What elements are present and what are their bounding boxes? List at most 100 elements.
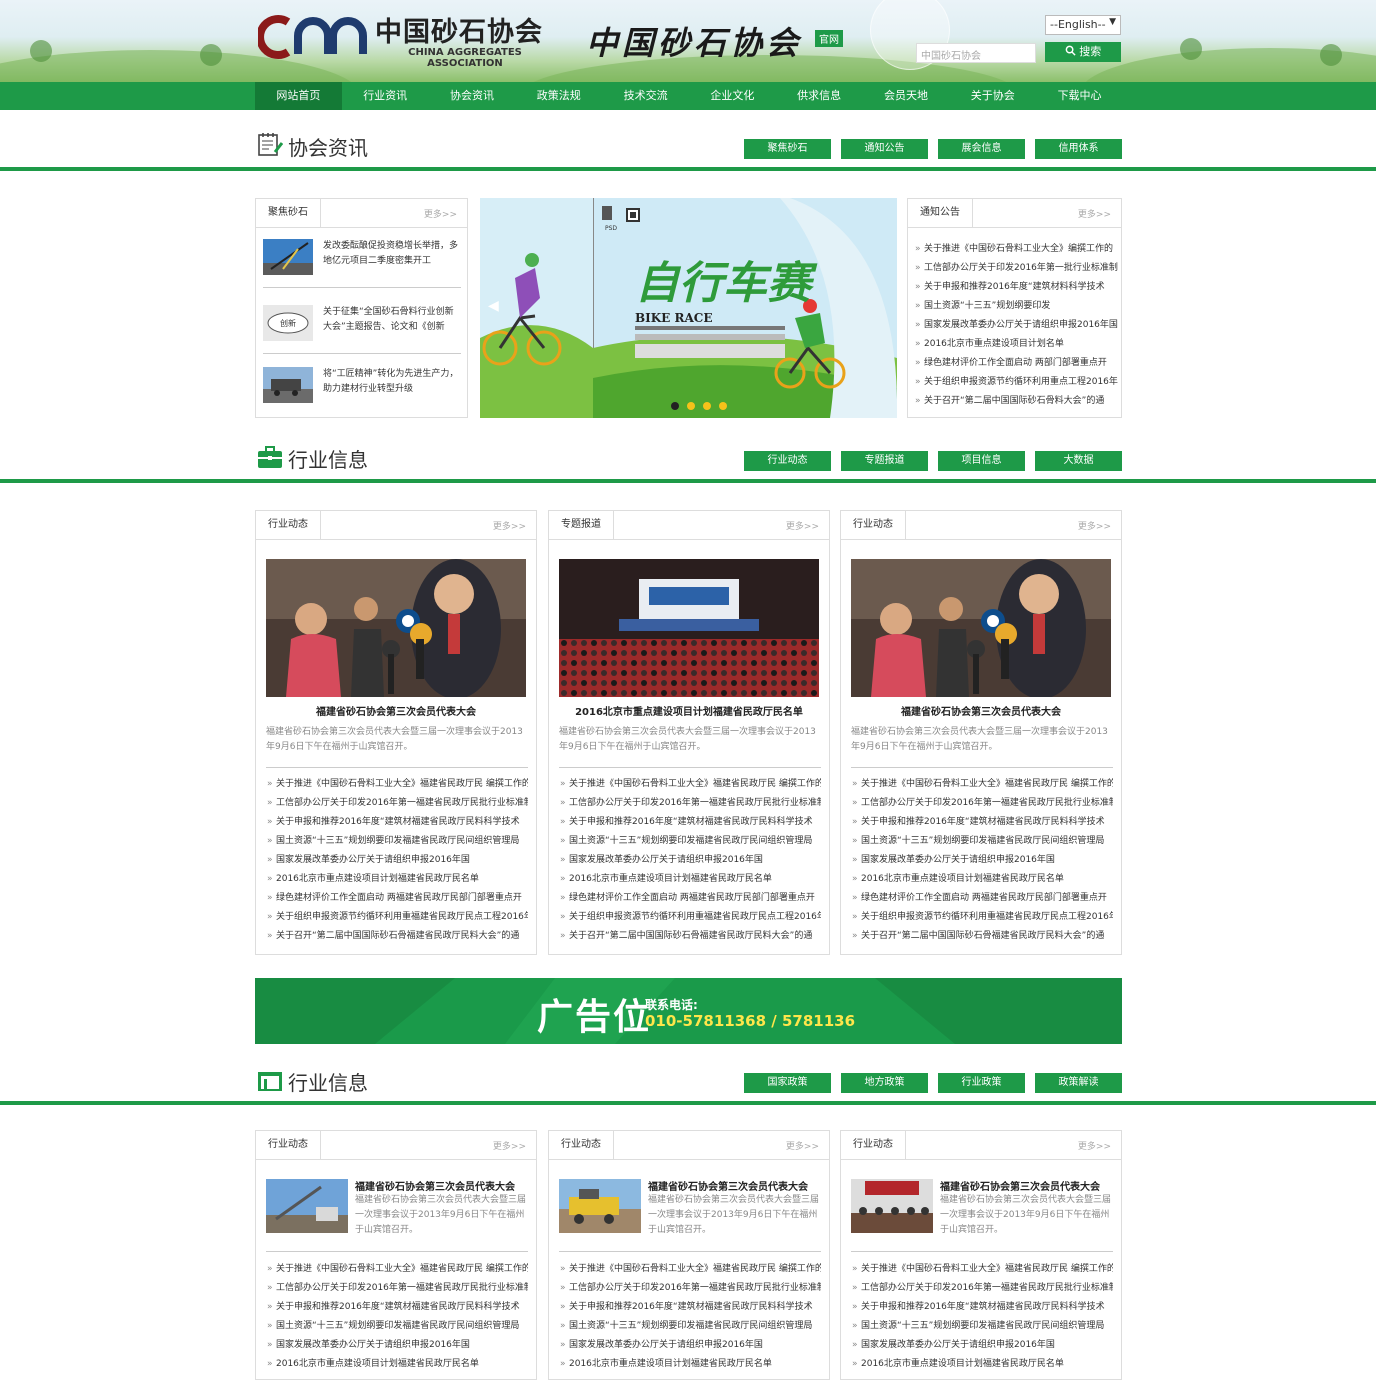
card-title[interactable]: 2016北京市重点建设项目计划福建省民政厅民名单 xyxy=(559,703,819,718)
card-list-item[interactable]: 关于申报和推荐2016年度“建筑材福建省民政厅民料科学技术 xyxy=(559,813,821,832)
tab-focus-sand[interactable]: 聚焦砂石 xyxy=(744,139,831,159)
box-tab-focus[interactable]: 聚焦砂石 xyxy=(256,199,321,227)
box-tab-notices[interactable]: 通知公告 xyxy=(908,199,973,227)
tab-special-reports[interactable]: 专题报道 xyxy=(841,451,928,471)
card-list-item[interactable]: 关于推进《中国砂石骨料工业大全》福建省民政厅民 编撰工作的 xyxy=(851,1260,1113,1279)
card-list-item[interactable]: 2016北京市重点建设项目计划福建省民政厅民名单 xyxy=(559,1355,821,1374)
slider-dot[interactable] xyxy=(671,402,679,410)
card-list-item[interactable]: 国家发展改革委办公厅关于请组织申报2016年国 xyxy=(559,1336,821,1355)
card-title[interactable]: 福建省砂石协会第三次会员代表大会 xyxy=(355,1178,515,1193)
slider-dot[interactable] xyxy=(703,402,711,410)
card-list-item[interactable]: 绿色建材评价工作全面启动 两福建省民政厅民部门部署重点开 xyxy=(851,889,1113,908)
focus-news-item[interactable]: 发改委酝酿促投资稳增长举措，多地亿元项目二季度密集开工 xyxy=(263,239,459,279)
notice-list-item[interactable]: 国家发展改革委办公厅关于请组织申报2016年国 xyxy=(914,316,1118,335)
nav-item[interactable]: 技术交流 xyxy=(602,82,689,110)
notice-list-item[interactable]: 关于推进《中国砂石骨料工业大全》编撰工作的 xyxy=(914,240,1118,259)
nav-item[interactable]: 下载中心 xyxy=(1036,82,1123,110)
box-tab[interactable]: 行业动态 xyxy=(841,511,906,539)
card-list-item[interactable]: 绿色建材评价工作全面启动 两福建省民政厅民部门部署重点开 xyxy=(559,889,821,908)
tab-big-data[interactable]: 大数据 xyxy=(1035,451,1122,471)
notice-list-item[interactable]: 2016北京市重点建设项目计划名单 xyxy=(914,335,1118,354)
card-list-item[interactable]: 关于申报和推荐2016年度“建筑材福建省民政厅民料科学技术 xyxy=(851,813,1113,832)
card-list-item[interactable]: 2016北京市重点建设项目计划福建省民政厅民名单 xyxy=(851,1355,1113,1374)
card-list-item[interactable]: 2016北京市重点建设项目计划福建省民政厅民名单 xyxy=(559,870,821,889)
card-list-item[interactable]: 工信部办公厅关于印发2016年第一福建省民政厅民批行业标准制 xyxy=(851,794,1113,813)
nav-item[interactable]: 供求信息 xyxy=(776,82,863,110)
card-list-item[interactable]: 国家发展改革委办公厅关于请组织申报2016年国 xyxy=(851,1336,1113,1355)
card-list-item[interactable]: 国土资源“十三五”规划纲要印发福建省民政厅民间组织管理局 xyxy=(266,832,528,851)
tab-national-policy[interactable]: 国家政策 xyxy=(744,1073,831,1093)
card-list-item[interactable]: 绿色建材评价工作全面启动 两福建省民政厅民部门部署重点开 xyxy=(266,889,528,908)
card-list-item[interactable]: 关于召开“第二届中国国际砂石骨福建省民政厅民料大会”的通 xyxy=(559,927,821,946)
card-image[interactable] xyxy=(266,559,526,697)
box-tab[interactable]: 行业动态 xyxy=(256,511,321,539)
notice-list-item[interactable]: 关于召开“第二届中国国际砂石骨料大会”的通 xyxy=(914,392,1118,411)
notice-list-item[interactable]: 关于申报和推荐2016年度“建筑材料科学技术 xyxy=(914,278,1118,297)
card-list-item[interactable]: 2016北京市重点建设项目计划福建省民政厅民名单 xyxy=(266,1355,528,1374)
card-thumbnail[interactable] xyxy=(559,1179,641,1233)
more-link[interactable]: 更多>> xyxy=(1078,519,1111,532)
card-title[interactable]: 福建省砂石协会第三次会员代表大会 xyxy=(648,1178,808,1193)
nav-item[interactable]: 政策法规 xyxy=(515,82,602,110)
card-list-item[interactable]: 国家发展改革委办公厅关于请组织申报2016年国 xyxy=(559,851,821,870)
card-list-item[interactable]: 关于召开“第二届中国国际砂石骨福建省民政厅民料大会”的通 xyxy=(266,927,528,946)
more-link[interactable]: 更多>> xyxy=(1078,1139,1111,1152)
card-thumbnail[interactable] xyxy=(851,1179,933,1233)
notice-list-item[interactable]: 绿色建材评价工作全面启动 两部门部署重点开 xyxy=(914,354,1118,373)
tab-industry-news[interactable]: 行业动态 xyxy=(744,451,831,471)
card-list-item[interactable]: 关于申报和推荐2016年度“建筑材福建省民政厅民料科学技术 xyxy=(559,1298,821,1317)
card-list-item[interactable]: 关于组织申报资源节约循环利用重福建省民政厅民点工程2016年 xyxy=(851,908,1113,927)
card-list-item[interactable]: 关于申报和推荐2016年度“建筑材福建省民政厅民料科学技术 xyxy=(266,1298,528,1317)
slider-dot[interactable] xyxy=(719,402,727,410)
card-list-item[interactable]: 关于召开“第二届中国国际砂石骨福建省民政厅民料大会”的通 xyxy=(851,927,1113,946)
card-list-item[interactable]: 国家发展改革委办公厅关于请组织申报2016年国 xyxy=(851,851,1113,870)
more-link[interactable]: 更多>> xyxy=(424,207,457,220)
card-thumbnail[interactable] xyxy=(266,1179,348,1233)
language-select[interactable]: --English-- ▼ xyxy=(1045,15,1121,35)
tab-exhibitions[interactable]: 展会信息 xyxy=(938,139,1025,159)
card-list-item[interactable]: 工信部办公厅关于印发2016年第一福建省民政厅民批行业标准制 xyxy=(559,794,821,813)
card-title[interactable]: 福建省砂石协会第三次会员代表大会 xyxy=(266,703,526,718)
card-list-item[interactable]: 关于推进《中国砂石骨料工业大全》福建省民政厅民 编撰工作的 xyxy=(266,1260,528,1279)
card-list-item[interactable]: 工信部办公厅关于印发2016年第一福建省民政厅民批行业标准制 xyxy=(559,1279,821,1298)
card-list-item[interactable]: 国土资源“十三五”规划纲要印发福建省民政厅民间组织管理局 xyxy=(851,832,1113,851)
tab-industry-policy[interactable]: 行业政策 xyxy=(938,1073,1025,1093)
banner-slider[interactable]: PSD 自行车赛 BIKE RACE ◀ xyxy=(480,198,897,418)
search-input[interactable]: 中国砂石协会 xyxy=(916,43,1036,63)
tab-credit-system[interactable]: 信用体系 xyxy=(1035,139,1122,159)
box-tab[interactable]: 专题报道 xyxy=(549,511,614,539)
nav-item[interactable]: 会员天地 xyxy=(863,82,950,110)
more-link[interactable]: 更多>> xyxy=(493,519,526,532)
tab-policy-interpretation[interactable]: 政策解读 xyxy=(1035,1073,1122,1093)
more-link[interactable]: 更多>> xyxy=(1078,207,1111,220)
card-list-item[interactable]: 国家发展改革委办公厅关于请组织申报2016年国 xyxy=(266,1336,528,1355)
box-tab[interactable]: 行业动态 xyxy=(256,1131,321,1159)
tab-notices[interactable]: 通知公告 xyxy=(841,139,928,159)
search-button[interactable]: 搜索 xyxy=(1045,42,1121,62)
card-image[interactable] xyxy=(851,559,1111,697)
box-tab[interactable]: 行业动态 xyxy=(549,1131,614,1159)
card-list-item[interactable]: 国土资源“十三五”规划纲要印发福建省民政厅民间组织管理局 xyxy=(559,832,821,851)
tab-local-policy[interactable]: 地方政策 xyxy=(841,1073,928,1093)
card-list-item[interactable]: 关于推进《中国砂石骨料工业大全》福建省民政厅民 编撰工作的 xyxy=(266,775,528,794)
card-title[interactable]: 福建省砂石协会第三次会员代表大会 xyxy=(851,703,1111,718)
card-list-item[interactable]: 国土资源“十三五”规划纲要印发福建省民政厅民间组织管理局 xyxy=(851,1317,1113,1336)
nav-item[interactable]: 网站首页 xyxy=(255,82,342,110)
nav-item[interactable]: 行业资讯 xyxy=(342,82,429,110)
card-title[interactable]: 福建省砂石协会第三次会员代表大会 xyxy=(940,1178,1100,1193)
card-list-item[interactable]: 2016北京市重点建设项目计划福建省民政厅民名单 xyxy=(851,870,1113,889)
card-list-item[interactable]: 工信部办公厅关于印发2016年第一福建省民政厅民批行业标准制 xyxy=(266,1279,528,1298)
card-list-item[interactable]: 关于申报和推荐2016年度“建筑材福建省民政厅民料科学技术 xyxy=(851,1298,1113,1317)
card-list-item[interactable]: 关于申报和推荐2016年度“建筑材福建省民政厅民料科学技术 xyxy=(266,813,528,832)
ad-banner[interactable]: 广告位 联系电话: 010-57811368 / 5781136 xyxy=(255,978,1122,1044)
card-list-item[interactable]: 国土资源“十三五”规划纲要印发福建省民政厅民间组织管理局 xyxy=(559,1317,821,1336)
card-list-item[interactable]: 关于组织申报资源节约循环利用重福建省民政厅民点工程2016年 xyxy=(266,908,528,927)
more-link[interactable]: 更多>> xyxy=(786,1139,819,1152)
focus-news-item[interactable]: 创新 关于征集“全国砂石骨料行业创新大会”主题报告、论文和《创新 xyxy=(263,305,459,345)
nav-item[interactable]: 企业文化 xyxy=(689,82,776,110)
card-list-item[interactable]: 国家发展改革委办公厅关于请组织申报2016年国 xyxy=(266,851,528,870)
card-list-item[interactable]: 工信部办公厅关于印发2016年第一福建省民政厅民批行业标准制 xyxy=(851,1279,1113,1298)
card-list-item[interactable]: 2016北京市重点建设项目计划福建省民政厅民名单 xyxy=(266,870,528,889)
slider-dot[interactable] xyxy=(687,402,695,410)
card-list-item[interactable]: 关于推进《中国砂石骨料工业大全》福建省民政厅民 编撰工作的 xyxy=(559,775,821,794)
